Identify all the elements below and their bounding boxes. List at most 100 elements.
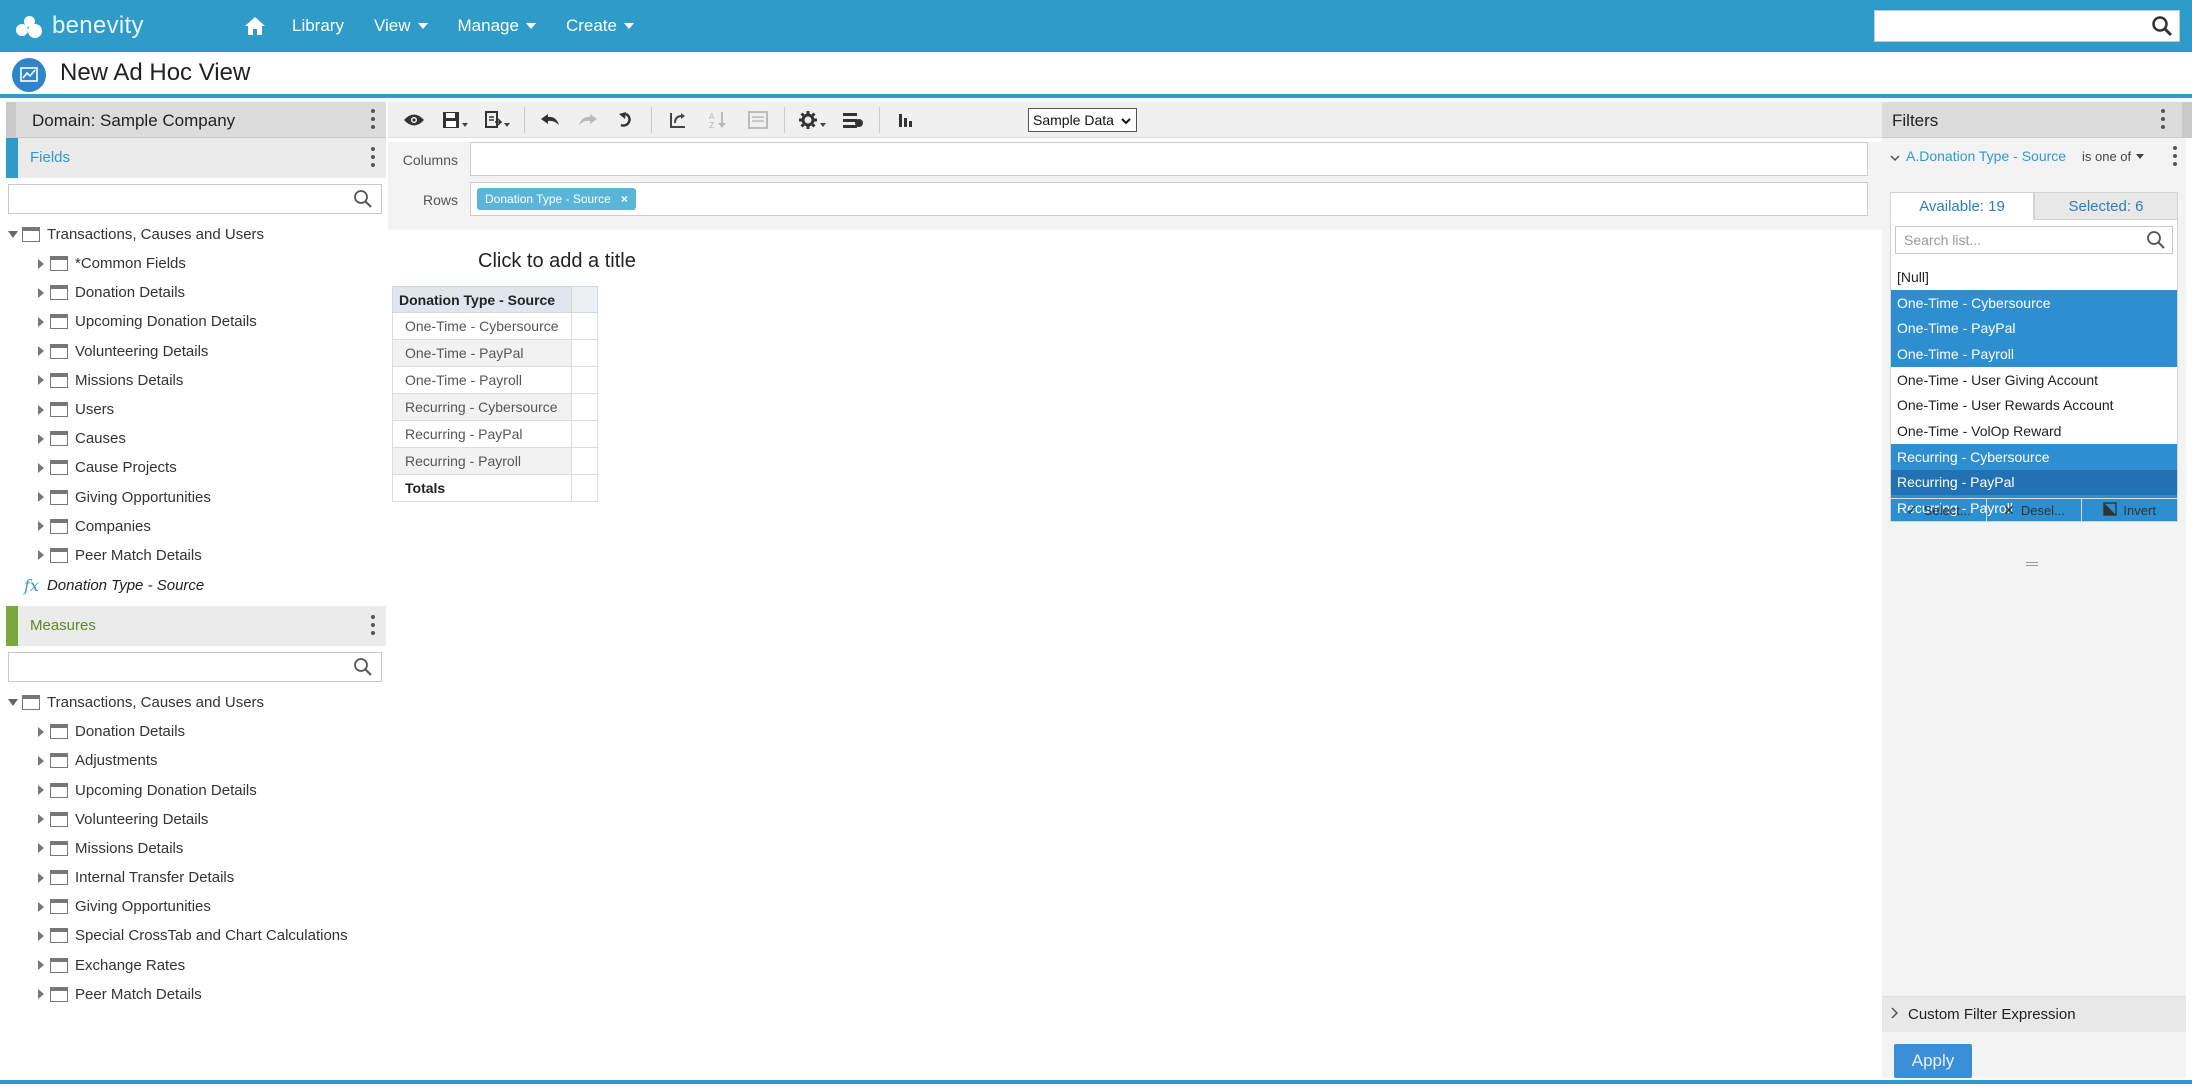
collapsed-arrow-icon[interactable] [38,901,44,912]
collapse-right-panel-handle[interactable] [2182,102,2192,138]
list-item[interactable]: One-Time - VolOp Reward [1891,418,2177,444]
table-cell[interactable]: Recurring - Payroll [392,447,572,475]
tree-item[interactable]: Missions Details [6,834,386,863]
tab-available[interactable]: Available: 19 [1890,192,2034,220]
tab-selected[interactable]: Selected: 6 [2034,192,2178,220]
table-header-cell[interactable]: Donation Type - Source [392,286,572,313]
collapsed-arrow-icon[interactable] [38,316,44,327]
tree-item[interactable]: Exchange Rates [6,951,386,980]
collapsed-arrow-icon[interactable] [38,550,44,561]
collapsed-arrow-icon[interactable] [38,433,44,444]
list-item[interactable]: Recurring - Cybersource [1891,443,2177,470]
tree-item[interactable]: Causes [6,424,386,453]
tree-item[interactable]: Peer Match Details [6,980,386,1009]
eye-icon[interactable] [394,102,434,138]
resize-grip[interactable] [2026,562,2038,566]
list-item[interactable]: One-Time - User Rewards Account [1891,392,2177,418]
collapse-left-panel-handle[interactable] [6,102,16,138]
search-icon[interactable] [2151,15,2173,42]
nav-view-menu[interactable]: View [374,16,428,36]
collapsed-arrow-icon[interactable] [38,989,44,1000]
tree-item[interactable]: Upcoming Donation Details [6,307,386,336]
pivot-icon[interactable] [658,102,698,138]
collapsed-arrow-icon[interactable] [38,462,44,473]
filter-search-input[interactable]: Search list... [1895,226,2173,254]
table-cell[interactable]: One-Time - PayPal [392,339,572,367]
measures-search-input[interactable] [8,652,382,683]
collapsed-arrow-icon[interactable] [38,785,44,796]
collapsed-arrow-icon[interactable] [38,258,44,269]
list-item[interactable]: One-Time - PayPal [1891,315,2177,342]
kebab-menu-icon[interactable] [2172,146,2178,168]
nav-manage-menu[interactable]: Manage [458,16,536,36]
list-item[interactable]: One-Time - User Giving Account [1891,367,2177,393]
filter-operator-select[interactable]: is one of [2082,149,2145,164]
expand-arrow-icon[interactable] [8,231,18,238]
tree-item[interactable]: Peer Match Details [6,541,386,570]
invert-selection-button[interactable]: Invert [2082,499,2177,522]
collapsed-arrow-icon[interactable] [38,960,44,971]
tree-root[interactable]: Transactions, Causes and Users [6,220,386,249]
nav-create-menu[interactable]: Create [566,16,634,36]
remove-chip-icon[interactable]: × [621,192,628,206]
apply-button[interactable]: Apply [1894,1044,1972,1078]
data-mode-select[interactable]: Sample Data [1028,108,1137,132]
tree-item[interactable]: Giving Opportunities [6,483,386,512]
export-icon[interactable] [476,102,518,138]
save-icon[interactable] [434,102,476,138]
collapsed-arrow-icon[interactable] [38,843,44,854]
table-cell[interactable]: Recurring - Cybersource [392,393,572,421]
tree-item[interactable]: Missions Details [6,366,386,395]
select-all-button[interactable]: ✓ Select... [1891,499,1987,522]
collapsed-arrow-icon[interactable] [38,375,44,386]
collapsed-arrow-icon[interactable] [38,755,44,766]
collapsed-arrow-icon[interactable] [38,930,44,941]
page-icon[interactable] [738,102,778,138]
expand-arrow-icon[interactable] [8,699,18,707]
filter-item-header[interactable]: A.Donation Type - Source is one of [1882,138,2186,176]
collapsed-arrow-icon[interactable] [38,814,44,825]
settings-icon[interactable] [791,102,833,138]
tree-item[interactable]: Donation Details [6,278,386,307]
kebab-menu-icon[interactable] [370,147,376,169]
collapsed-arrow-icon[interactable] [38,872,44,883]
kebab-menu-icon[interactable] [370,109,376,131]
tree-item[interactable]: Donation Details [6,717,386,746]
tree-item[interactable]: Giving Opportunities [6,892,386,921]
tree-item[interactable]: Companies [6,512,386,541]
tree-item[interactable]: Users [6,395,386,424]
report-title-placeholder[interactable]: Click to add a title [478,250,636,273]
tree-item[interactable]: Upcoming Donation Details [6,775,386,804]
list-item[interactable]: [Null] [1891,264,2177,290]
chart-icon[interactable] [886,102,926,138]
list-item[interactable]: One-Time - Cybersource [1891,289,2177,316]
collapsed-arrow-icon[interactable] [38,404,44,415]
collapsed-arrow-icon[interactable] [38,346,44,357]
collapsed-arrow-icon[interactable] [38,726,44,737]
chevron-down-icon[interactable] [1890,150,1900,166]
custom-filter-expression-toggle[interactable]: Custom Filter Expression [1882,996,2186,1032]
undo-icon[interactable] [531,102,569,138]
row-field-chip[interactable]: Donation Type - Source × [477,188,636,210]
global-search-input[interactable] [1874,10,2180,42]
options-icon[interactable] [833,102,873,138]
home-icon[interactable] [240,11,270,41]
tree-root[interactable]: Transactions, Causes and Users [6,688,386,717]
tree-item[interactable]: Adjustments [6,746,386,775]
fields-search-input[interactable] [8,184,382,214]
rows-drop-zone[interactable]: Donation Type - Source × [470,182,1868,216]
list-item[interactable]: One-Time - Payroll [1891,341,2177,367]
undo-all-icon[interactable] [607,102,645,138]
table-cell[interactable]: One-Time - Cybersource [392,312,572,340]
kebab-menu-icon[interactable] [2160,109,2166,131]
collapsed-arrow-icon[interactable] [38,521,44,532]
tree-item[interactable]: Special CrossTab and Chart Calculations [6,921,386,950]
list-item[interactable]: Recurring - PayPal [1891,469,2177,496]
collapsed-arrow-icon[interactable] [38,492,44,503]
table-cell[interactable]: Recurring - PayPal [392,420,572,448]
nav-library[interactable]: Library [292,16,344,36]
tree-item[interactable]: Internal Transfer Details [6,863,386,892]
tree-item[interactable]: Cause Projects [6,453,386,482]
tree-item[interactable]: *Common Fields [6,249,386,278]
columns-drop-zone[interactable] [470,142,1868,176]
